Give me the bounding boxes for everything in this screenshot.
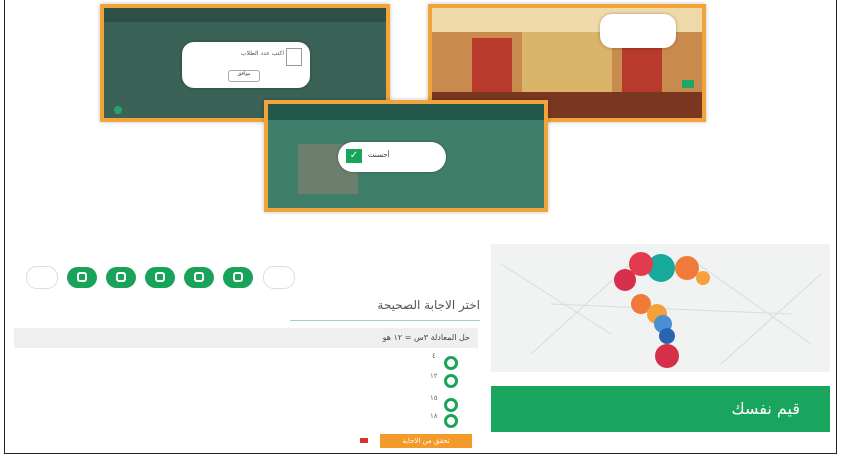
option-radio[interactable] bbox=[444, 356, 458, 370]
screenshot-correct-feedback: أحسنت ✓ bbox=[264, 100, 548, 212]
question-heading: اختر الاجابة الصحيحة bbox=[377, 298, 480, 312]
progress-correct bbox=[184, 267, 215, 288]
option-label: ١٥ bbox=[430, 394, 438, 402]
progress-correct bbox=[106, 267, 137, 288]
feedback-text: أحسنت bbox=[368, 151, 390, 159]
question-mark-graphic bbox=[491, 244, 830, 372]
progress-indicators bbox=[26, 266, 299, 289]
option-label: ١٨ bbox=[430, 412, 438, 420]
submit-answer-button[interactable]: تحقق من الاجابة bbox=[380, 434, 472, 448]
progress-empty bbox=[26, 266, 58, 289]
question-bar: حل المعادلة ٣س = ١٢ هو bbox=[14, 328, 478, 348]
progress-correct bbox=[145, 267, 176, 288]
network-background bbox=[500, 252, 822, 368]
quiz-dialog-text: اكتب عدد الطلاب bbox=[240, 50, 284, 57]
number-box[interactable] bbox=[286, 48, 302, 66]
question-text: حل المعادلة ٣س = ١٢ هو bbox=[382, 333, 470, 342]
quiz-ok-button[interactable]: موافق bbox=[228, 70, 260, 82]
thumbs-up-icon bbox=[77, 272, 88, 282]
option-radio[interactable] bbox=[444, 414, 458, 428]
flag-icon bbox=[360, 438, 368, 443]
next-arrow-icon[interactable] bbox=[682, 80, 694, 88]
progress-correct bbox=[223, 267, 254, 288]
room-hint-bubble bbox=[600, 14, 676, 48]
option-radio[interactable] bbox=[444, 398, 458, 412]
dot-icon bbox=[114, 106, 122, 114]
thumbs-up-icon bbox=[194, 272, 205, 282]
option-label: ٤ bbox=[432, 352, 436, 360]
option-label: ١٢ bbox=[430, 372, 438, 380]
progress-empty bbox=[262, 266, 295, 289]
thumbs-up-icon bbox=[116, 272, 127, 282]
quiz-dialog: اكتب عدد الطلاب موافق bbox=[182, 42, 310, 88]
thumbs-up-icon bbox=[233, 272, 244, 282]
progress-correct bbox=[67, 267, 98, 288]
option-radio[interactable] bbox=[444, 374, 458, 388]
self-eval-banner[interactable]: قيم نفسك bbox=[491, 386, 830, 432]
thumbs-up-icon bbox=[155, 272, 166, 282]
correct-feedback-dialog: أحسنت ✓ bbox=[338, 142, 446, 172]
heading-divider bbox=[290, 320, 480, 321]
self-eval-title: قيم نفسك bbox=[731, 399, 800, 418]
check-icon: ✓ bbox=[346, 149, 362, 163]
